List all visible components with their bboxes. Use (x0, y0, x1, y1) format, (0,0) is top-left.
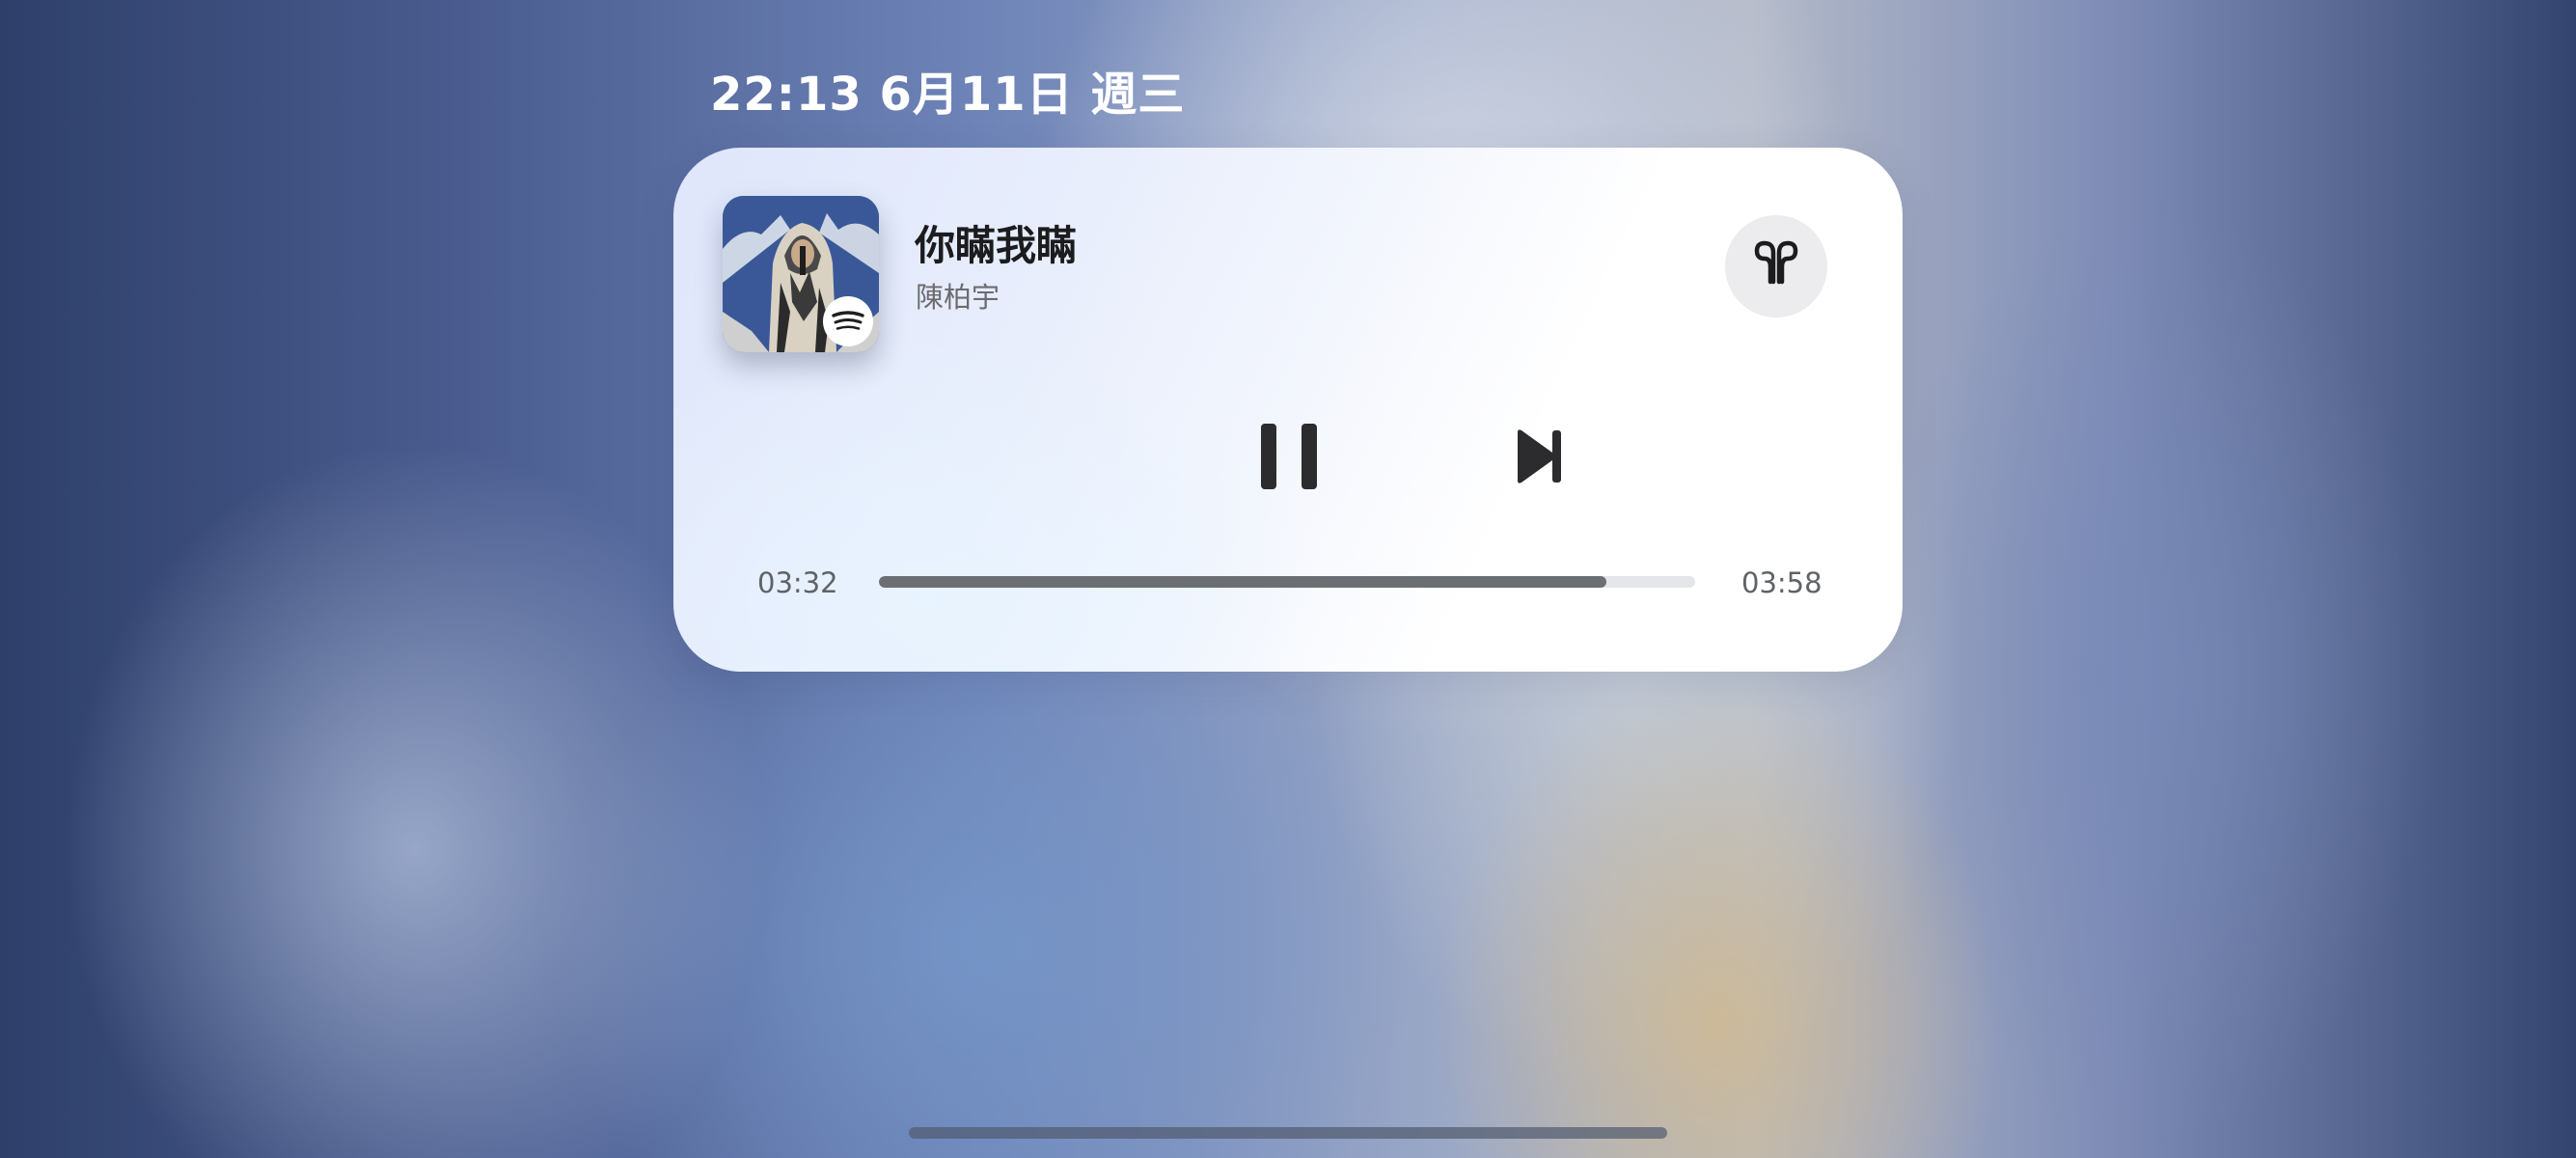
track-artist[interactable]: 陳柏宇 (916, 275, 1000, 316)
album-art[interactable] (723, 196, 879, 352)
total-duration: 03:58 (1741, 566, 1822, 599)
next-track-button[interactable] (1508, 425, 1572, 488)
airplay-output-button[interactable] (1725, 215, 1827, 317)
next-track-icon (1518, 429, 1561, 483)
elapsed-time: 03:32 (757, 566, 838, 599)
pause-icon (1261, 424, 1317, 489)
lockscreen-datetime: 22:13 6月11日 週三 (710, 68, 1186, 122)
pause-button[interactable] (1252, 418, 1329, 495)
now-playing-card[interactable]: 你瞞我瞞 陳柏宇 03:32 03:58 (673, 148, 1903, 672)
airpods-icon (1754, 240, 1798, 285)
playback-progress-fill (879, 576, 1606, 588)
track-title[interactable]: 你瞞我瞞 (915, 213, 1077, 272)
playback-scrubber[interactable] (879, 576, 1695, 588)
spotify-icon (823, 296, 873, 346)
home-indicator[interactable] (909, 1127, 1667, 1139)
